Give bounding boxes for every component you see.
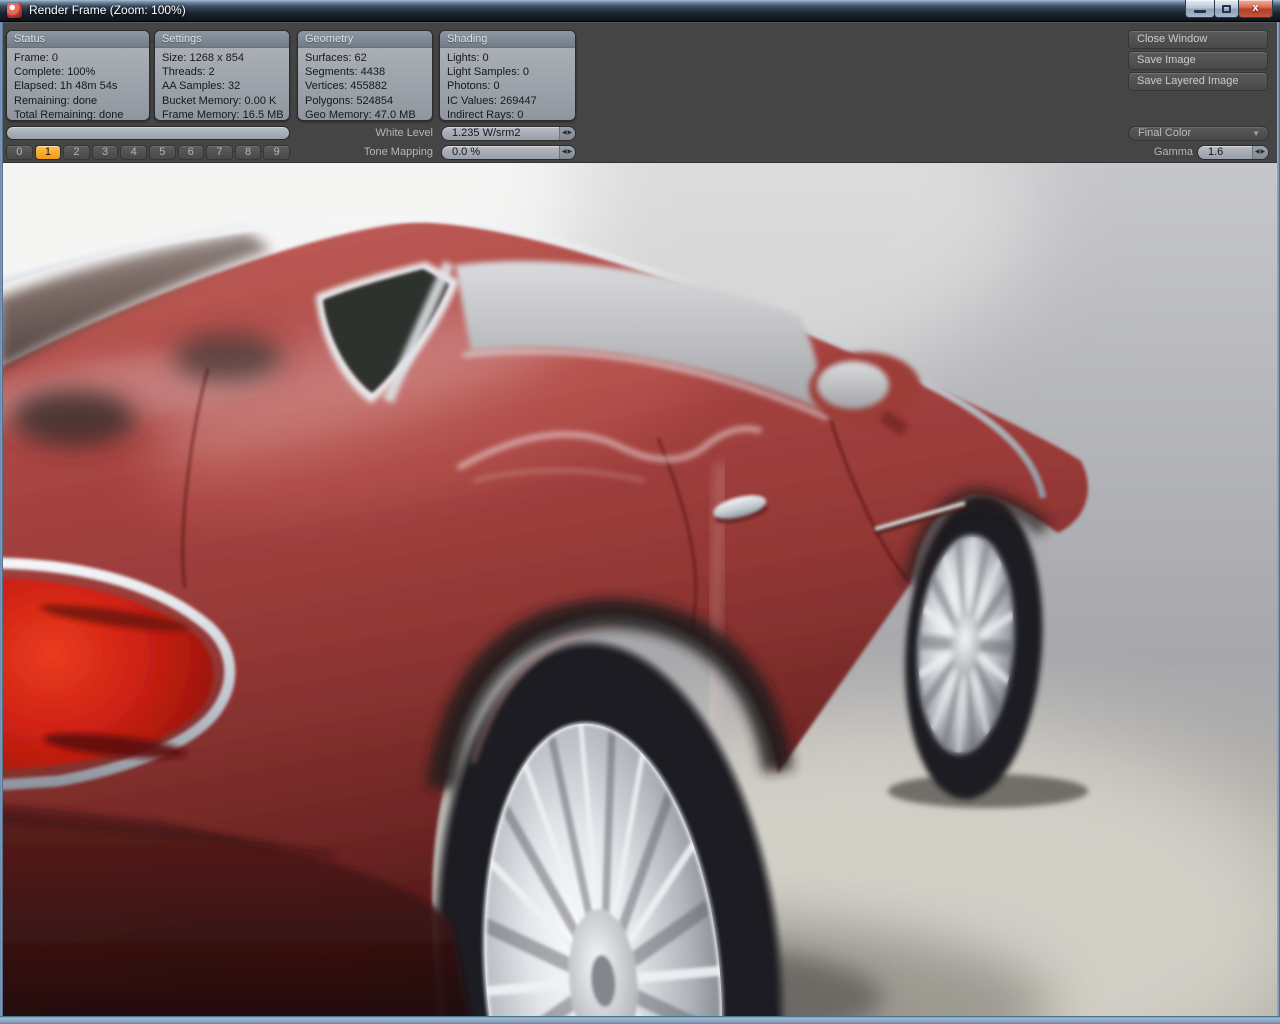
- render-image: [3, 163, 1277, 1016]
- frame-slot-7[interactable]: 7: [206, 145, 233, 160]
- save-layered-image-button[interactable]: Save Layered Image: [1128, 72, 1268, 91]
- settings-frame-memory: Frame Memory: 16.5 MB: [162, 108, 282, 121]
- status-elapsed: Elapsed: 1h 48m 54s: [14, 79, 142, 93]
- geometry-vertices: Vertices: 455882: [305, 79, 425, 93]
- tone-mapping-field[interactable]: 0.0 % ◀▶: [441, 145, 576, 160]
- maximize-button[interactable]: [1214, 0, 1239, 18]
- gamma-value: 1.6: [1208, 146, 1223, 159]
- status-complete: Complete: 100%: [14, 65, 142, 79]
- frame-slot-8[interactable]: 8: [235, 145, 262, 160]
- tone-mapping-value: 0.0 %: [452, 146, 480, 159]
- chevron-down-icon: ▼: [1252, 127, 1260, 140]
- frame-slot-5[interactable]: 5: [149, 145, 176, 160]
- settings-threads: Threads: 2: [162, 65, 282, 79]
- geometry-segments: Segments: 4438: [305, 65, 425, 79]
- frame-slot-row: 0 1 2 3 4 5 6 7 8 9: [6, 145, 290, 160]
- frame-slot-0[interactable]: 0: [6, 145, 33, 160]
- shading-light-samples: Light Samples: 0: [447, 65, 568, 79]
- frame-slot-4[interactable]: 4: [120, 145, 147, 160]
- gamma-field[interactable]: 1.6 ◀▶: [1197, 145, 1269, 160]
- white-level-stepper-icon[interactable]: ◀▶: [559, 127, 575, 140]
- status-remaining: Remaining: done: [14, 94, 142, 108]
- window-border-bottom: [0, 1016, 1280, 1024]
- render-progress-bar: [6, 126, 290, 140]
- white-level-label: White Level: [293, 126, 433, 141]
- shading-lights: Lights: 0: [447, 51, 568, 65]
- close-window-button[interactable]: Close Window: [1128, 30, 1268, 49]
- geometry-panel: Geometry Surfaces: 62 Segments: 4438 Ver…: [297, 30, 433, 121]
- gamma-stepper-icon[interactable]: ◀▶: [1252, 146, 1268, 159]
- minimize-icon: [1194, 10, 1206, 13]
- shading-panel-title: Shading: [440, 31, 575, 48]
- render-frame-window: Render Frame (Zoom: 100%) x Status Frame…: [0, 0, 1280, 1024]
- titlebar[interactable]: Render Frame (Zoom: 100%) x: [0, 0, 1280, 22]
- settings-panel-title: Settings: [155, 31, 289, 48]
- white-level-field[interactable]: 1.235 W/srm2 ◀▶: [441, 126, 576, 141]
- geometry-geo-memory: Geo Memory: 47.0 MB: [305, 108, 425, 121]
- tone-mapping-label: Tone Mapping: [293, 145, 433, 160]
- settings-bucket-memory: Bucket Memory: 0.00 K: [162, 94, 282, 108]
- frame-slot-6[interactable]: 6: [178, 145, 205, 160]
- status-total-remaining: Total Remaining: done: [14, 108, 142, 121]
- white-level-value: 1.235 W/srm2: [452, 127, 520, 140]
- close-icon: x: [1252, 2, 1258, 14]
- shading-indirect-rays: Indirect Rays: 0: [447, 108, 568, 121]
- settings-size: Size: 1268 x 854: [162, 51, 282, 65]
- gamma-label: Gamma: [1098, 145, 1193, 160]
- maximize-icon: [1222, 5, 1231, 13]
- status-frame: Frame: 0: [14, 51, 142, 65]
- window-title: Render Frame (Zoom: 100%): [29, 3, 186, 17]
- settings-panel: Settings Size: 1268 x 854 Threads: 2 AA …: [154, 30, 290, 121]
- output-mode-dropdown[interactable]: Final Color ▼: [1128, 126, 1269, 141]
- shading-panel: Shading Lights: 0 Light Samples: 0 Photo…: [439, 30, 576, 121]
- shading-ic-values: IC Values: 269447: [447, 94, 568, 108]
- geometry-polygons: Polygons: 524854: [305, 94, 425, 108]
- output-mode-value: Final Color: [1138, 127, 1191, 139]
- frame-slot-1[interactable]: 1: [35, 145, 62, 160]
- frame-slot-2[interactable]: 2: [63, 145, 90, 160]
- save-image-button[interactable]: Save Image: [1128, 51, 1268, 70]
- app-icon: [7, 3, 22, 18]
- shading-photons: Photons: 0: [447, 79, 568, 93]
- tone-mapping-stepper-icon[interactable]: ◀▶: [559, 146, 575, 159]
- toolbar: Status Frame: 0 Complete: 100% Elapsed: …: [3, 22, 1277, 163]
- frame-slot-3[interactable]: 3: [92, 145, 119, 160]
- geometry-panel-title: Geometry: [298, 31, 432, 48]
- settings-aa-samples: AA Samples: 32: [162, 79, 282, 93]
- render-viewport[interactable]: [3, 163, 1277, 1016]
- close-button[interactable]: x: [1238, 0, 1273, 18]
- frame-slot-9[interactable]: 9: [263, 145, 290, 160]
- geometry-surfaces: Surfaces: 62: [305, 51, 425, 65]
- minimize-button[interactable]: [1185, 0, 1215, 18]
- status-panel-title: Status: [7, 31, 149, 48]
- status-panel: Status Frame: 0 Complete: 100% Elapsed: …: [6, 30, 150, 121]
